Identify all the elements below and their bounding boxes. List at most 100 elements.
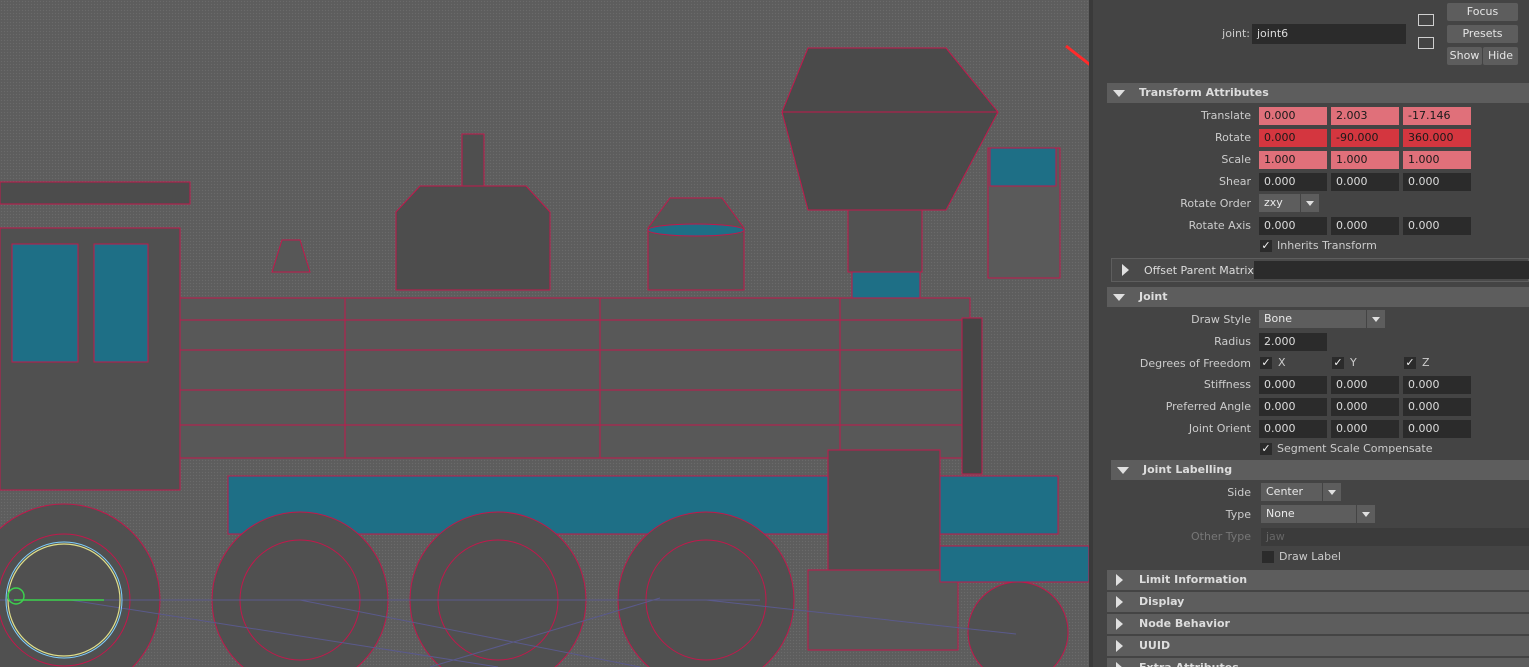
segment-scale-label: Segment Scale Compensate <box>1277 442 1433 455</box>
section-title: Limit Information <box>1139 573 1248 586</box>
side-dropdown[interactable]: Center <box>1261 483 1341 501</box>
dof-y-label: Y <box>1350 356 1357 369</box>
select-input-icon[interactable] <box>1418 14 1434 26</box>
radius-field[interactable]: 2.000 <box>1259 333 1327 351</box>
boiler <box>179 297 971 459</box>
joint-orient-x-field[interactable]: 0.000 <box>1259 420 1327 438</box>
node-name-input[interactable]: joint6 <box>1252 24 1406 44</box>
bell <box>271 239 311 273</box>
stiffness-label: Stiffness <box>1203 378 1251 391</box>
stiffness-y-field[interactable]: 0.000 <box>1331 376 1399 394</box>
cab-window-right <box>93 243 149 363</box>
type-dropdown[interactable]: None <box>1261 505 1375 523</box>
section-title: Node Behavior <box>1139 617 1230 630</box>
hide-button[interactable]: Hide <box>1483 47 1518 65</box>
section-title: Display <box>1139 595 1185 608</box>
shear-label: Shear <box>1219 175 1251 188</box>
stiffness-x-field[interactable]: 0.000 <box>1259 376 1327 394</box>
translate-z-field[interactable]: -17.146 <box>1403 107 1471 125</box>
rotate-z-field[interactable]: 360.000 <box>1403 129 1471 147</box>
type-label: Type <box>1225 508 1251 521</box>
offset-matrix-field[interactable] <box>1254 261 1529 279</box>
sand-dome <box>647 197 745 291</box>
rotate-axis-z-field[interactable]: 0.000 <box>1403 217 1471 235</box>
drive-wheel-3 <box>409 511 587 667</box>
section-node-behavior[interactable]: Node Behavior <box>1107 614 1529 634</box>
dof-z-label: Z <box>1422 356 1430 369</box>
inherits-transform-label: Inherits Transform <box>1277 239 1377 252</box>
draw-label-checkbox[interactable] <box>1262 551 1274 563</box>
inherits-transform-checkbox[interactable]: ✓ <box>1260 240 1272 252</box>
select-output-icon[interactable] <box>1418 37 1434 49</box>
expand-arrow-icon <box>1117 467 1129 474</box>
other-type-input[interactable]: jaw <box>1261 528 1529 546</box>
viewport-3d[interactable] <box>0 0 1089 667</box>
draw-style-dropdown[interactable]: Bone <box>1259 310 1385 328</box>
draw-label-label: Draw Label <box>1279 550 1341 563</box>
focus-button[interactable]: Focus <box>1447 3 1518 21</box>
cab-roof <box>0 181 191 205</box>
dof-z-checkbox[interactable]: ✓ <box>1404 357 1416 369</box>
section-transform-attributes[interactable]: Transform Attributes <box>1107 83 1529 103</box>
section-offset-parent-matrix[interactable]: Offset Parent Matrix <box>1111 258 1529 282</box>
expand-arrow-icon <box>1116 618 1123 630</box>
preferred-angle-z-field[interactable]: 0.000 <box>1403 398 1471 416</box>
scale-z-field[interactable]: 1.000 <box>1403 151 1471 169</box>
locomotive-model <box>0 44 1089 667</box>
expand-arrow-icon <box>1122 264 1129 276</box>
preferred-angle-y-field[interactable]: 0.000 <box>1331 398 1399 416</box>
draw-style-label: Draw Style <box>1191 313 1251 326</box>
dof-label: Degrees of Freedom <box>1139 357 1251 370</box>
section-limit-information[interactable]: Limit Information <box>1107 570 1529 590</box>
scale-y-field[interactable]: 1.000 <box>1331 151 1399 169</box>
rotate-axis-label: Rotate Axis <box>1188 219 1251 232</box>
scale-label: Scale <box>1221 153 1251 166</box>
joint-orient-z-field[interactable]: 0.000 <box>1403 420 1471 438</box>
smokestack-pipe <box>847 209 923 273</box>
show-button[interactable]: Show <box>1447 47 1482 65</box>
chevron-down-icon <box>1300 194 1319 212</box>
dropdown-value: Bone <box>1264 312 1293 325</box>
translate-y-field[interactable]: 2.003 <box>1331 107 1399 125</box>
rotate-y-field[interactable]: -90.000 <box>1331 129 1399 147</box>
preferred-angle-x-field[interactable]: 0.000 <box>1259 398 1327 416</box>
section-joint[interactable]: Joint <box>1107 287 1529 307</box>
section-title: UUID <box>1139 639 1171 652</box>
drive-wheel-4 <box>617 511 795 667</box>
joint-orient-y-field[interactable]: 0.000 <box>1331 420 1399 438</box>
rotate-x-field[interactable]: 0.000 <box>1259 129 1327 147</box>
shear-x-field[interactable]: 0.000 <box>1259 173 1327 191</box>
dof-y-checkbox[interactable]: ✓ <box>1332 357 1344 369</box>
rotate-axis-y-field[interactable]: 0.000 <box>1331 217 1399 235</box>
chevron-down-icon <box>1356 505 1375 523</box>
chevron-down-icon <box>1322 483 1341 501</box>
chevron-down-icon <box>1366 310 1385 328</box>
section-display[interactable]: Display <box>1107 592 1529 612</box>
expand-arrow-icon <box>1113 294 1125 301</box>
shear-y-field[interactable]: 0.000 <box>1331 173 1399 191</box>
segment-scale-checkbox[interactable]: ✓ <box>1260 443 1272 455</box>
expand-arrow-icon <box>1116 574 1123 586</box>
dof-x-label: X <box>1278 356 1286 369</box>
drive-wheel-2 <box>211 511 389 667</box>
section-joint-labelling[interactable]: Joint Labelling <box>1111 460 1529 480</box>
attribute-editor: joint: joint6 Focus Presets Show Hide Tr… <box>1093 0 1529 667</box>
section-uuid[interactable]: UUID <box>1107 636 1529 656</box>
shear-z-field[interactable]: 0.000 <box>1403 173 1471 191</box>
translate-x-field[interactable]: 0.000 <box>1259 107 1327 125</box>
side-label: Side <box>1227 486 1251 499</box>
rotate-axis-x-field[interactable]: 0.000 <box>1259 217 1327 235</box>
smokestack-cap <box>781 47 999 211</box>
dof-x-checkbox[interactable]: ✓ <box>1260 357 1272 369</box>
presets-button[interactable]: Presets <box>1447 25 1518 43</box>
scale-x-field[interactable]: 1.000 <box>1259 151 1327 169</box>
stiffness-z-field[interactable]: 0.000 <box>1403 376 1471 394</box>
dropdown-value: Center <box>1266 485 1304 498</box>
rotate-order-dropdown[interactable]: zxy <box>1259 194 1319 212</box>
section-title: Transform Attributes <box>1139 86 1269 99</box>
steam-dome <box>395 185 551 291</box>
pilot-wheel <box>967 581 1069 667</box>
expand-arrow-icon <box>1116 596 1123 608</box>
section-extra-attributes[interactable]: Extra Attributes <box>1107 658 1529 667</box>
whistle-pipe <box>461 133 485 187</box>
